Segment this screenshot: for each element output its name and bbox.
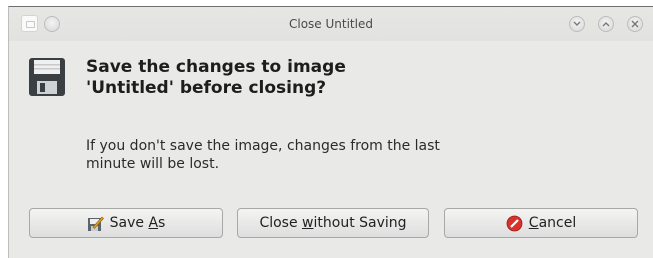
close-button[interactable] <box>627 16 643 32</box>
minimize-icon <box>573 21 581 26</box>
save-as-button[interactable]: Save As <box>29 208 223 238</box>
window-title: Close Untitled <box>289 17 373 31</box>
cancel-icon <box>506 215 523 232</box>
close-icon <box>631 20 639 28</box>
save-as-icon <box>87 215 104 232</box>
floppy-disk-icon <box>29 58 65 96</box>
titlebar[interactable]: Close Untitled <box>9 7 653 41</box>
save-as-label: Save As <box>109 215 166 231</box>
dialog-window: Close Untitled Save the changes to image… <box>8 6 653 258</box>
dialog-heading: Save the changes to image 'Untitled' bef… <box>86 57 346 98</box>
cancel-button[interactable]: Cancel <box>444 208 638 238</box>
maximize-icon <box>602 22 610 27</box>
minimize-button[interactable] <box>569 16 585 32</box>
maximize-button[interactable] <box>598 16 614 32</box>
cancel-label: Cancel <box>528 215 577 231</box>
dialog-message: If you don't save the image, changes fro… <box>86 138 440 172</box>
close-without-saving-label: Close without Saving <box>259 215 407 231</box>
close-without-saving-button[interactable]: Close without Saving <box>237 208 429 238</box>
